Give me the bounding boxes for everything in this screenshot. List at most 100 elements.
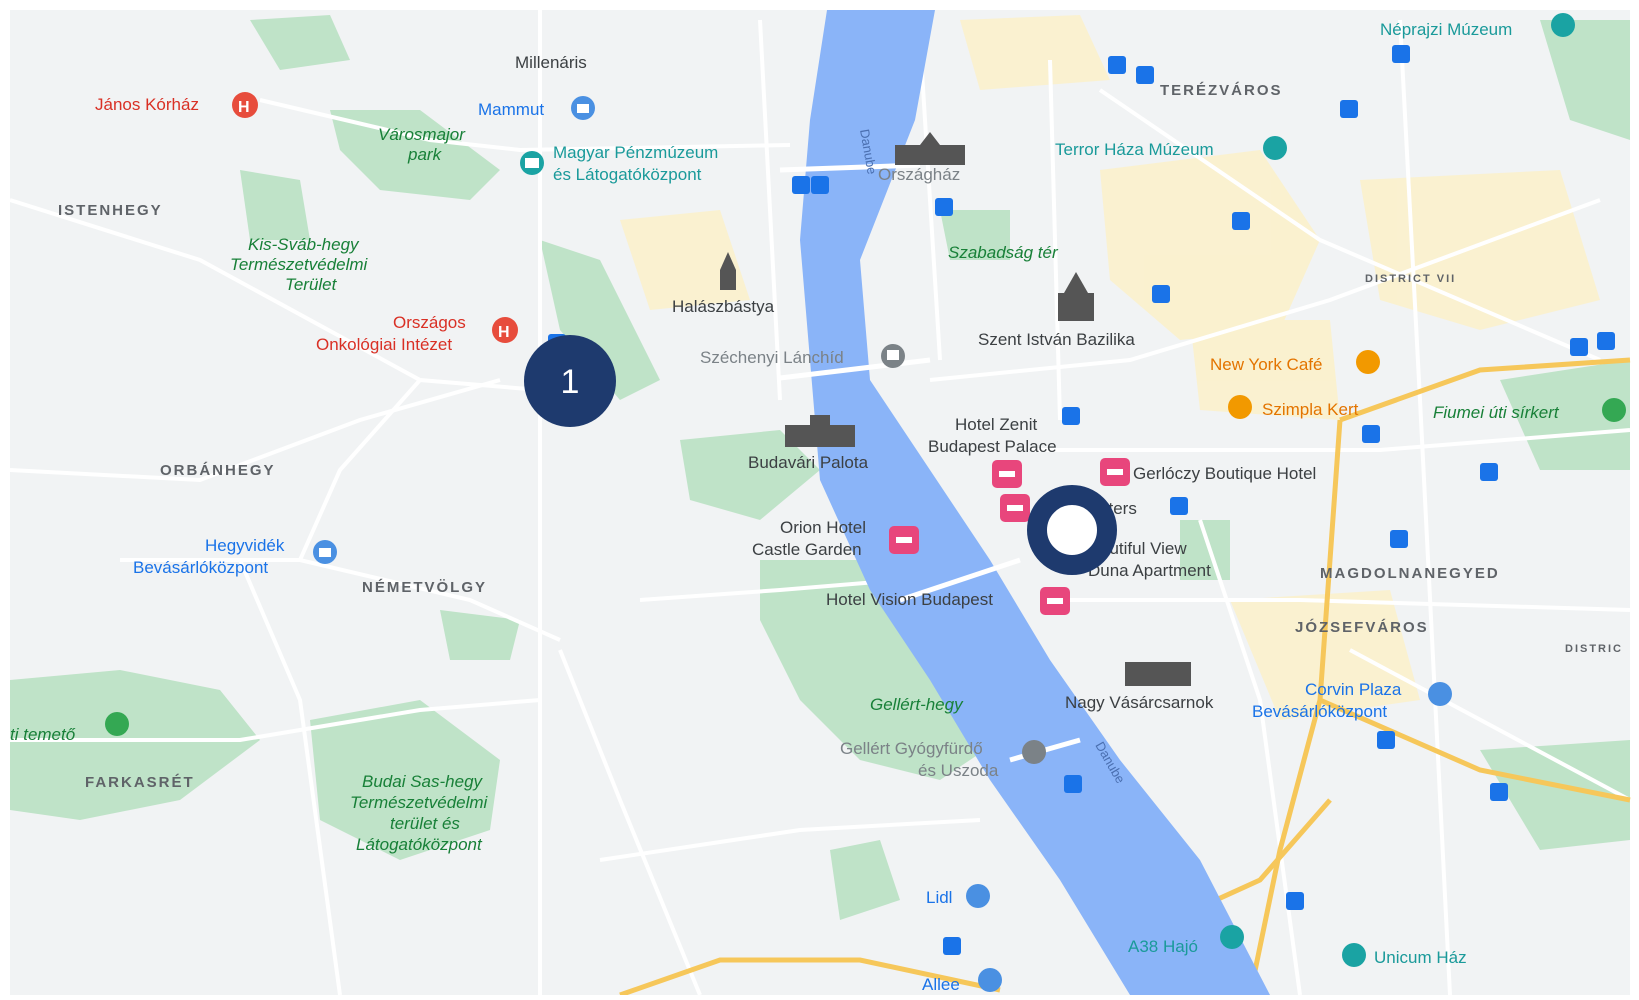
metro-icon[interactable]	[1570, 338, 1588, 356]
place-label: és Uszoda	[918, 761, 999, 780]
place-label: Lidl	[926, 888, 952, 907]
svg-text:H: H	[238, 99, 250, 116]
numbered-marker[interactable]: 1	[524, 335, 616, 427]
hotel-icon[interactable]	[992, 460, 1022, 488]
place-label: Gerlóczy Boutique Hotel	[1133, 464, 1316, 483]
place-label: Hegyvidék	[205, 536, 285, 555]
landmark-icon[interactable]	[881, 344, 905, 368]
metro-icon[interactable]	[811, 176, 829, 194]
place-label: és Látogatóközpont	[553, 165, 702, 184]
metro-icon[interactable]	[1362, 425, 1380, 443]
metro-icon[interactable]	[1480, 463, 1498, 481]
hotel-icon[interactable]	[1100, 458, 1130, 486]
metro-icon[interactable]	[792, 176, 810, 194]
place-label: Bevásárlóközpont	[133, 558, 268, 577]
place-label: Gellért Gyógyfürdő	[840, 739, 983, 758]
metro-icon[interactable]	[1136, 66, 1154, 84]
place-label: Fiumei úti sírkert	[1433, 403, 1560, 422]
landmark-icon[interactable]	[1022, 740, 1046, 764]
museum-icon[interactable]	[1551, 13, 1575, 37]
district-label: TERÉZVÁROS	[1160, 82, 1283, 99]
place-label: Országos	[393, 313, 466, 332]
place-label: New York Café	[1210, 355, 1322, 374]
district-label: DISTRICT VII	[1365, 273, 1456, 285]
place-label: Szent István Bazilika	[978, 330, 1135, 349]
shopping-icon[interactable]	[571, 96, 595, 120]
location-ring[interactable]	[1027, 485, 1117, 575]
place-label: Halászbástya	[672, 297, 775, 316]
place-label: Budai Sas-hegy	[362, 772, 484, 791]
marker-number: 1	[561, 363, 580, 401]
district-label: FARKASRÉT	[85, 774, 195, 791]
hotel-icon[interactable]	[1040, 587, 1070, 615]
place-label: terület és	[390, 814, 460, 833]
place-label: Magyar Pénzmúzeum	[553, 143, 718, 162]
metro-icon[interactable]	[1390, 530, 1408, 548]
place-label: ti temető	[10, 725, 76, 744]
metro-icon[interactable]	[943, 937, 961, 955]
place-label: Néprajzi Múzeum	[1380, 20, 1512, 39]
place-label: Látogatóközpont	[356, 835, 483, 854]
place-label: park	[407, 145, 443, 164]
metro-icon[interactable]	[1392, 45, 1410, 63]
place-label: János Kórház	[95, 95, 199, 114]
park-icon[interactable]	[1602, 398, 1626, 422]
metro-icon[interactable]	[1286, 892, 1304, 910]
museum-icon[interactable]	[520, 151, 544, 175]
place-label: Millenáris	[515, 53, 587, 72]
hotel-icon[interactable]	[1000, 494, 1030, 522]
place-label: Kis-Sváb-hegy	[248, 235, 360, 254]
district-label: DISTRIC	[1565, 643, 1623, 655]
place-label: Természetvédelmi	[350, 793, 489, 812]
place-label: Nagy Vásárcsarnok	[1065, 693, 1214, 712]
bar-icon[interactable]	[1228, 395, 1252, 419]
metro-icon[interactable]	[1377, 731, 1395, 749]
metro-icon[interactable]	[1232, 212, 1250, 230]
place-label: Orion Hotel	[780, 518, 866, 537]
svg-text:H: H	[498, 324, 510, 341]
place-label: Hotel Zenit	[955, 415, 1037, 434]
shopping-icon[interactable]	[978, 968, 1002, 992]
place-label: Duna Apartment	[1088, 561, 1211, 580]
place-label: A38 Hajó	[1128, 937, 1198, 956]
place-label: Szimpla Kert	[1262, 400, 1359, 419]
landmark-icon	[1125, 662, 1191, 686]
district-label: JÓZSEFVÁROS	[1295, 618, 1429, 636]
place-label: Terület	[285, 275, 338, 294]
shopping-icon[interactable]	[966, 884, 990, 908]
metro-icon[interactable]	[1152, 285, 1170, 303]
place-label: Szabadság tér	[948, 243, 1059, 262]
hospital-icon[interactable]: H	[492, 317, 518, 343]
metro-icon[interactable]	[935, 198, 953, 216]
hotel-icon[interactable]	[889, 526, 919, 554]
place-label: Természetvédelmi	[230, 255, 369, 274]
museum-icon[interactable]	[1342, 943, 1366, 967]
metro-icon[interactable]	[1062, 407, 1080, 425]
ferry-icon[interactable]	[1220, 925, 1244, 949]
park-icon[interactable]	[105, 712, 129, 736]
place-label: Onkológiai Intézet	[316, 335, 452, 354]
shopping-icon[interactable]	[313, 540, 337, 564]
metro-icon[interactable]	[1064, 775, 1082, 793]
place-label: Budavári Palota	[748, 453, 869, 472]
location-ring-marker[interactable]	[1027, 485, 1117, 575]
place-label: Budapest Palace	[928, 437, 1057, 456]
metro-icon[interactable]	[1108, 56, 1126, 74]
place-label: Gellért-hegy	[870, 695, 964, 714]
restaurant-icon[interactable]	[1356, 350, 1380, 374]
metro-icon[interactable]	[1490, 783, 1508, 801]
metro-icon[interactable]	[1340, 100, 1358, 118]
metro-icon[interactable]	[1170, 497, 1188, 515]
place-label: Széchenyi Lánchíd	[700, 348, 844, 367]
metro-icon[interactable]	[1597, 332, 1615, 350]
place-label: Corvin Plaza	[1305, 680, 1402, 699]
place-label: Hotel Vision Budapest	[826, 590, 993, 609]
map-view[interactable]: Danube Danube ISTENHEGY ORBÁNHEGY NÉMETV…	[0, 0, 1639, 998]
place-label: Allee	[922, 975, 960, 994]
place-label: Városmajor	[378, 125, 466, 144]
hospital-icon[interactable]: H	[232, 92, 258, 118]
place-label: Castle Garden	[752, 540, 862, 559]
place-label: Bevásárlóközpont	[1252, 702, 1387, 721]
museum-icon[interactable]	[1263, 136, 1287, 160]
shopping-icon[interactable]	[1428, 682, 1452, 706]
